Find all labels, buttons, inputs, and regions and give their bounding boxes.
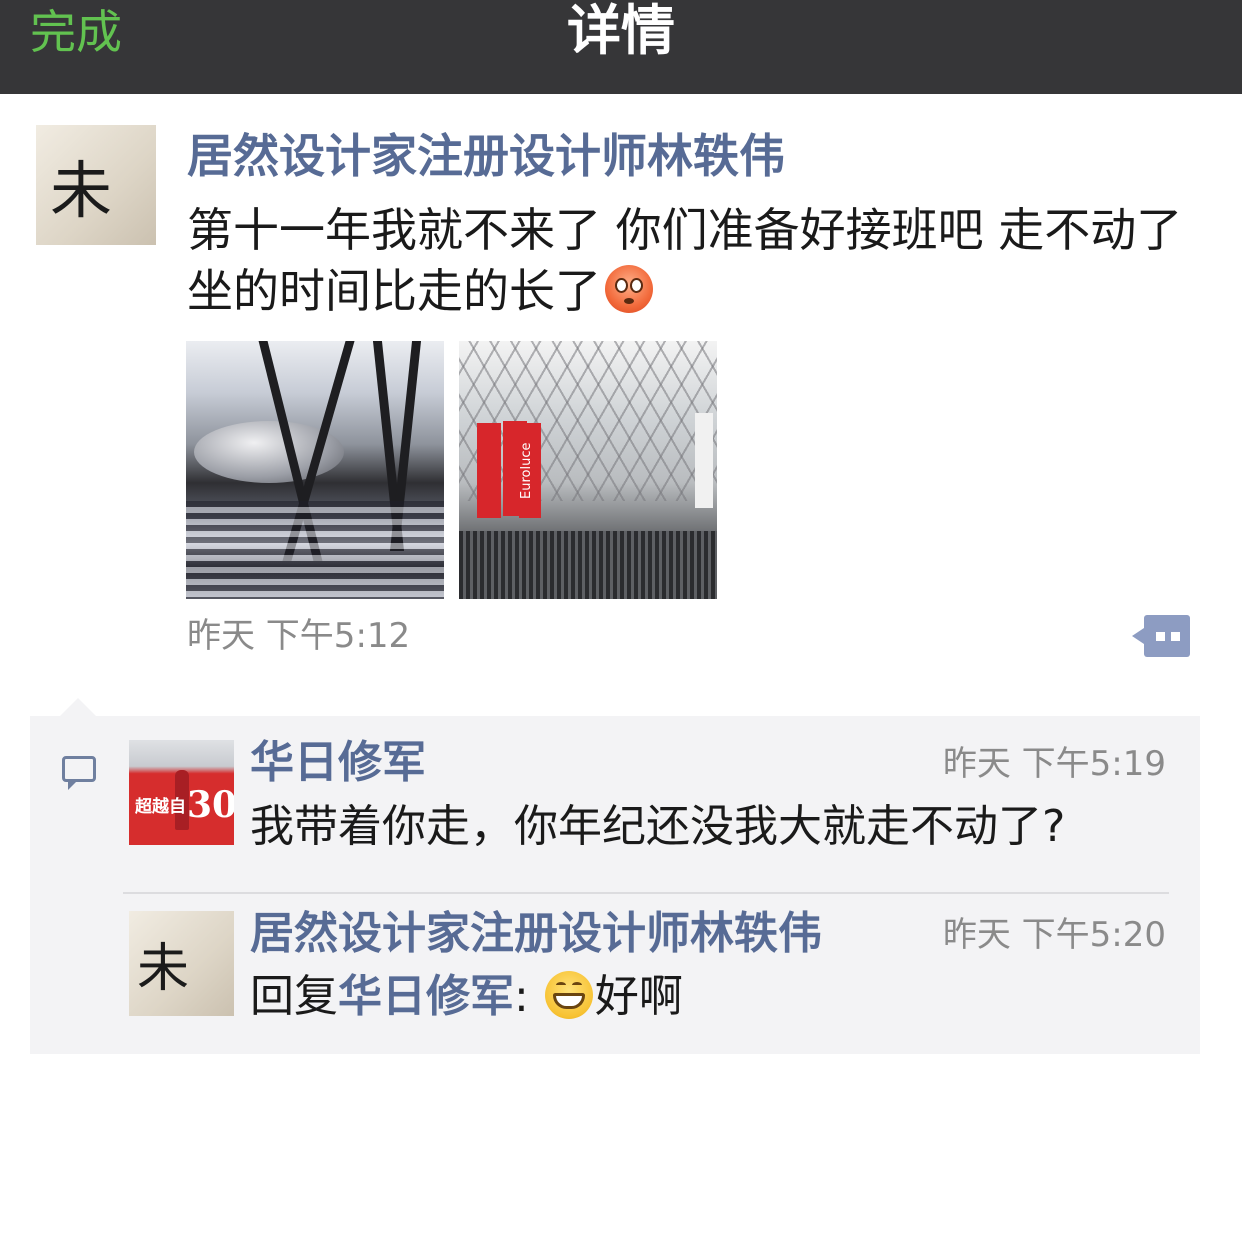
comment-2-timestamp: 昨天 下午5:20: [942, 915, 1166, 955]
comment-bubble-icon: [62, 756, 96, 790]
page-title: 详情: [567, 0, 675, 62]
reply-prefix: 回复: [250, 971, 338, 1022]
comment-more-button[interactable]: [1130, 615, 1192, 657]
comment-2-body: 好啊: [594, 971, 683, 1022]
post-author-name[interactable]: 居然设计家注册设计师林轶伟: [187, 126, 785, 186]
crowd: [459, 531, 717, 599]
water-reflection: [186, 501, 444, 599]
avatar-calligraphy: 未: [137, 939, 190, 999]
reply-colon: :: [514, 971, 529, 1022]
comment-divider: [123, 892, 1169, 894]
avatar-calligraphy: 未: [50, 154, 113, 227]
post-author-avatar[interactable]: 未: [36, 125, 156, 245]
comment-2-author[interactable]: 居然设计家注册设计师林轶伟: [250, 908, 822, 960]
avatar-banner-number: 30: [187, 784, 234, 826]
comment-1-timestamp: 昨天 下午5:19: [942, 744, 1166, 784]
banner-text: Euroluce: [519, 442, 534, 500]
grinning-face-emoji-icon: [544, 971, 593, 1019]
comment-1-avatar[interactable]: 超越自 30: [129, 740, 234, 845]
avatar-banner-text: 超越自: [135, 797, 186, 817]
flushed-face-emoji-icon: [605, 265, 653, 313]
comment-1-text[interactable]: 我带着你走，你年纪还没我大就走不动了?: [250, 798, 1065, 856]
comment-more-icon: [1144, 615, 1190, 657]
post-text: 第十一年我就不来了 你们准备好接班吧 走不动了 坐的时间比走的长了: [187, 200, 1197, 322]
post-timestamp: 昨天 下午5:12: [187, 616, 411, 656]
reply-target-name[interactable]: 华日修军: [338, 971, 514, 1022]
comment-2-avatar[interactable]: 未: [129, 911, 234, 1016]
navigation-bar: 完成 详情: [0, 0, 1242, 94]
post-photo-2[interactable]: Euroluce: [459, 341, 717, 599]
comments-pointer: [60, 698, 96, 716]
post-text-content: 第十一年我就不来了 你们准备好接班吧 走不动了 坐的时间比走的长了: [187, 203, 1183, 318]
comment-1-author[interactable]: 华日修军: [250, 737, 426, 789]
post-photo-1[interactable]: [186, 341, 444, 599]
comment-2-text[interactable]: 回复华日修军: 好啊: [250, 968, 683, 1026]
